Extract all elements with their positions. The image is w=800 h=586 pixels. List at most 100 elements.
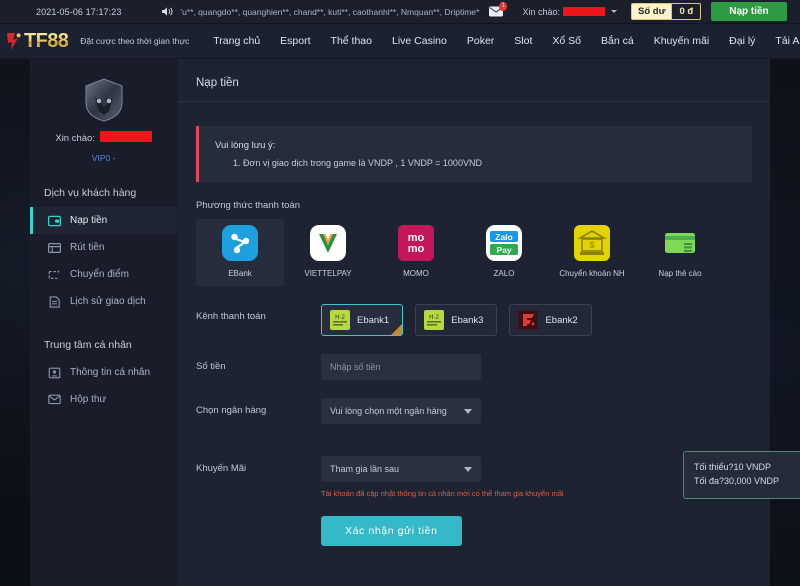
amount-input[interactable] xyxy=(321,354,481,380)
greeting: Xin chào: xyxy=(522,7,617,17)
winner-marquee: 'u**, quangdo**, quanghien**, chand**, k… xyxy=(180,7,480,17)
nav-links: Trang chủ Esport Thể thao Live Casino Po… xyxy=(203,35,800,47)
sidebar-section-title-personal-center: Trung tâm cá nhân xyxy=(30,339,177,351)
mail-unread-badge: 1 xyxy=(499,2,507,11)
payment-method-bank-transfer[interactable]: $ Chuyển khoản NH xyxy=(548,219,636,286)
chevron-down-icon xyxy=(464,409,472,414)
channel-options: H·2 Ebank1 H·2 Ebank3 xyxy=(321,304,752,336)
sidebar-item-thong-tin-ca-nhan[interactable]: Thông tin cá nhân xyxy=(30,359,177,386)
sidebar-item-hop-thu[interactable]: Hộp thư xyxy=(30,386,177,413)
sidebar-item-rut-tien[interactable]: Rút tiền xyxy=(30,234,177,261)
bank-select[interactable]: Vui lòng chọn một ngân hàng xyxy=(321,398,481,424)
speaker-icon-svg xyxy=(161,6,174,17)
zalopay-icon: Zalo Pay xyxy=(486,225,522,261)
svg-text:mo: mo xyxy=(408,243,425,255)
promo-select[interactable]: Tham gia lần sau xyxy=(321,456,481,482)
channel-row: Kênh thanh toán H·2 Ebank1 H·2 xyxy=(178,304,770,336)
payment-method-zalopay[interactable]: Zalo Pay ZALO xyxy=(460,219,548,286)
nav-item-tai-app[interactable]: Tải APP xyxy=(765,35,800,47)
ebank3-icon: H·2 xyxy=(424,310,444,330)
payment-methods-list: EBank VIETTELPAY mo mo MOMO xyxy=(178,219,770,286)
channel-option-label: Ebank2 xyxy=(545,315,577,326)
submit-deposit-button[interactable]: Xác nhận gửi tiền xyxy=(321,516,462,546)
wallet-icon xyxy=(48,214,61,227)
transfer-icon xyxy=(48,268,61,281)
sidebar-item-lich-su-giao-dich[interactable]: Lịch sử giao dịch xyxy=(30,288,177,315)
payment-method-ebank[interactable]: EBank xyxy=(196,219,284,286)
history-icon xyxy=(48,295,61,308)
channel-option-label: Ebank1 xyxy=(357,315,389,326)
page-title: Nạp tiền xyxy=(178,59,770,102)
sidebar-item-label: Thông tin cá nhân xyxy=(70,367,150,378)
channel-option-ebank1[interactable]: H·2 Ebank1 xyxy=(321,304,403,336)
payment-method-scratch-card[interactable]: Nạp thẻ cào xyxy=(636,219,724,286)
sidebar-greeting: Xin chào: xyxy=(30,131,177,144)
svg-text:$: $ xyxy=(589,240,594,250)
nav-item-live-casino[interactable]: Live Casino xyxy=(382,35,457,47)
payment-method-viettelpay[interactable]: VIETTELPAY xyxy=(284,219,372,286)
channel-label: Kênh thanh toán xyxy=(196,304,321,322)
deposit-button-top[interactable]: Nạp tiền xyxy=(711,2,786,21)
ebank1-icon: H·2 xyxy=(330,310,350,330)
nav-item-dai-ly[interactable]: Đại lý xyxy=(719,35,765,47)
brand-logo[interactable]: TF88 xyxy=(0,30,68,53)
scratch-card-icon xyxy=(662,225,698,261)
bank-transfer-icon: $ xyxy=(574,225,610,261)
transfer-icon-svg xyxy=(48,269,61,281)
avatar[interactable] xyxy=(82,77,126,123)
brand-name: TF88 xyxy=(24,30,68,53)
nav-item-esport[interactable]: Esport xyxy=(270,35,320,47)
channel-option-ebank2[interactable]: Ebank2 xyxy=(509,304,591,336)
promo-error-message: Tài khoản đã cập nhật thông tin cá nhân … xyxy=(178,482,770,498)
nav-item-khuyen-mai[interactable]: Khuyến mãi xyxy=(644,35,719,47)
sidebar-username-masked xyxy=(100,131,152,142)
chevron-down-icon xyxy=(464,467,472,472)
sidebar-item-nap-tien[interactable]: Nạp tiền xyxy=(30,207,177,234)
nav-item-xo-so[interactable]: Xổ Số xyxy=(542,35,591,47)
top-utility-bar: 2021-05-06 17:17:23 'u**, quangdo**, qua… xyxy=(0,0,800,24)
withdraw-icon xyxy=(48,241,61,254)
main-navbar: TF88 Đặt cược theo thời gian thực Trang … xyxy=(0,24,800,59)
mail-icon xyxy=(48,393,61,406)
nav-item-the-thao[interactable]: Thể thao xyxy=(321,35,382,47)
payment-method-label: ZALO xyxy=(494,269,515,278)
notice-title: Vui lòng lưu ý: xyxy=(215,140,738,151)
sidebar-item-label: Nạp tiền xyxy=(70,215,107,226)
system-clock: 2021-05-06 17:17:23 xyxy=(6,7,121,17)
payment-method-label: VIETTELPAY xyxy=(304,269,351,278)
svg-text:Zalo: Zalo xyxy=(495,232,512,242)
nav-item-trang-chu[interactable]: Trang chủ xyxy=(203,35,270,47)
sidebar-greeting-label: Xin chào: xyxy=(55,133,95,144)
page-body: Xin chào: VIP0 - Dịch vụ khách hàng Nạp … xyxy=(0,59,800,586)
nav-item-slot[interactable]: Slot xyxy=(504,35,542,47)
withdraw-icon-svg xyxy=(48,242,61,254)
wallet-icon-svg xyxy=(48,215,61,227)
brand-tagline: Đặt cược theo thời gian thực xyxy=(80,36,189,46)
payment-method-momo[interactable]: mo mo MOMO xyxy=(372,219,460,286)
mail-icon[interactable]: 1 xyxy=(488,5,504,19)
svg-text:H·2: H·2 xyxy=(335,315,345,321)
promo-label: Khuyến Mãi xyxy=(196,456,321,474)
history-icon-svg xyxy=(48,296,61,308)
sidebar-item-chuyen-diem[interactable]: Chuyển điểm xyxy=(30,261,177,288)
balance-label: Số dư xyxy=(632,6,671,17)
bank-row: Chọn ngân hàng Vui lòng chọn một ngân hà… xyxy=(178,398,770,424)
payment-method-label: MOMO xyxy=(403,269,429,278)
amount-limits-tooltip: Tối thiểu?10 VNDP Tối đa?30,000 VNDP xyxy=(683,451,800,499)
sidebar-section-title-customer-service: Dịch vụ khách hàng xyxy=(30,187,177,199)
sidebar-item-label: Rút tiền xyxy=(70,242,104,253)
username-masked xyxy=(563,7,605,16)
channel-option-ebank3[interactable]: H·2 Ebank3 xyxy=(415,304,497,336)
sidebar-item-label: Lịch sử giao dịch xyxy=(70,296,146,307)
amount-row: Số tiền xyxy=(178,354,770,380)
viettelpay-icon xyxy=(310,225,346,261)
amount-label: Số tiền xyxy=(196,354,321,372)
momo-icon: mo mo xyxy=(398,225,434,261)
chevron-down-icon[interactable] xyxy=(611,10,617,13)
sidebar: Xin chào: VIP0 - Dịch vụ khách hàng Nạp … xyxy=(30,59,178,586)
notice-box: Vui lòng lưu ý: 1. Đơn vị giao dịch tron… xyxy=(196,126,752,182)
user-card-icon xyxy=(48,366,61,379)
speaker-icon[interactable] xyxy=(161,6,174,17)
nav-item-poker[interactable]: Poker xyxy=(457,35,504,47)
nav-item-ban-ca[interactable]: Bắn cá xyxy=(591,35,644,47)
